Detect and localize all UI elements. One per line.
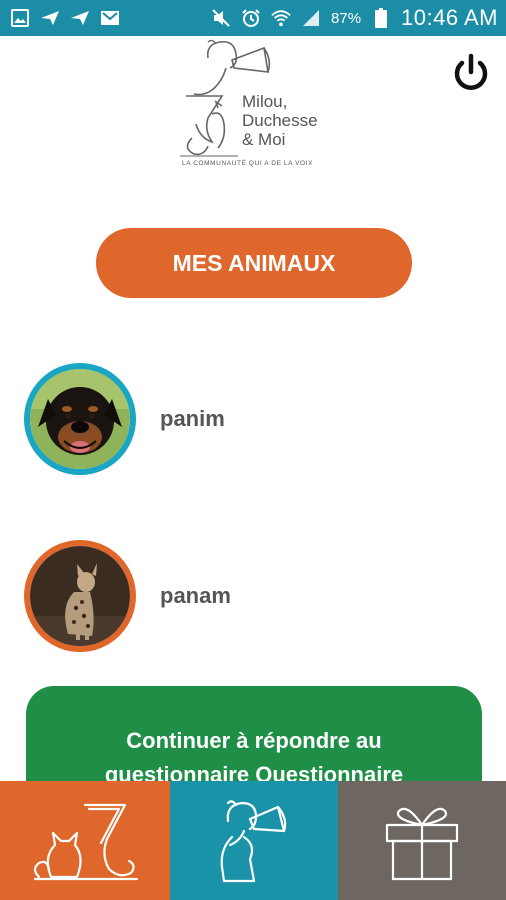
status-bar: 87% 10:46 AM [0, 0, 506, 36]
tab-gifts[interactable] [338, 781, 506, 900]
logo-tagline: LA COMMUNAUTÉ QUI A DE LA VOIX [182, 160, 314, 167]
alarm-icon [241, 8, 261, 28]
logout-button[interactable] [448, 50, 494, 96]
status-bar-system: 87% 10:46 AM [211, 5, 498, 31]
power-icon [454, 53, 488, 90]
send-icon [40, 8, 60, 28]
gift-icon [385, 807, 459, 880]
dog-avatar [24, 363, 136, 475]
gmail-icon [100, 8, 120, 28]
tab-community[interactable] [170, 781, 338, 900]
megaphone-boy-icon [220, 799, 287, 882]
clock: 10:46 AM [401, 5, 498, 30]
dog-photo [30, 369, 130, 469]
bottom-tab-bar [0, 781, 506, 900]
cat-avatar [24, 540, 136, 652]
app-logo: Milou, Duchesse & Moi LA COMMUNAUTÉ QUI … [178, 38, 338, 176]
tab-pets[interactable] [0, 781, 170, 900]
send-icon [70, 8, 90, 28]
pets-icon [33, 803, 139, 880]
mute-icon [211, 8, 231, 28]
signal-icon [301, 8, 321, 28]
animal-list-item[interactable]: panam [24, 540, 484, 652]
animal-name: panam [160, 583, 231, 608]
my-pets-button[interactable]: MES ANIMAUX [96, 228, 412, 298]
status-bar-notifications [10, 8, 120, 28]
animal-name: panim [160, 406, 225, 431]
wifi-icon [271, 8, 291, 28]
cat-photo [30, 546, 130, 646]
image-icon [10, 8, 30, 28]
battery-icon [371, 8, 391, 28]
battery-percent: 87% [331, 9, 362, 27]
logo-text: Milou, Duchesse & Moi [242, 92, 318, 149]
animal-list-item[interactable]: panim [24, 363, 484, 475]
